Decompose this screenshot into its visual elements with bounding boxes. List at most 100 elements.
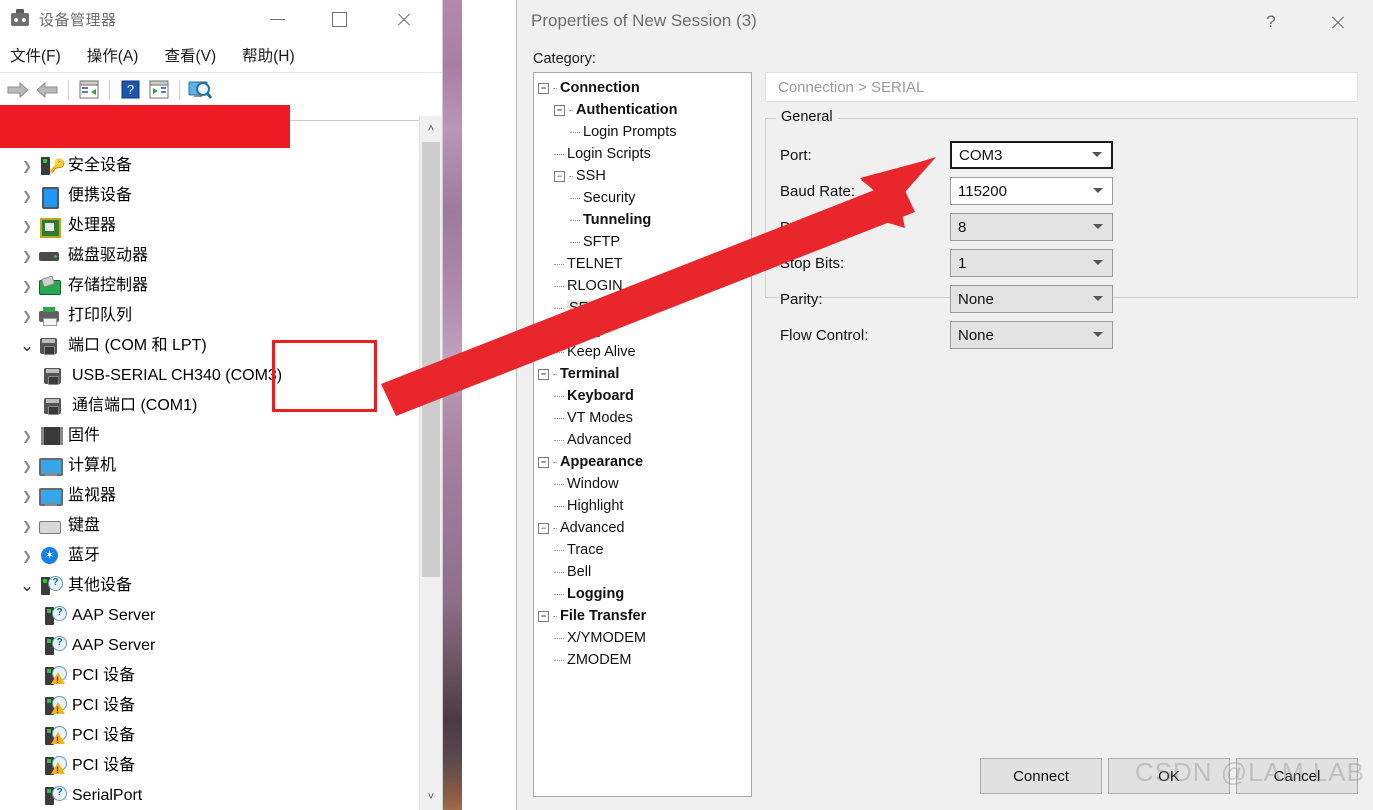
category-tree-item[interactable]: − File Transfer (534, 605, 751, 627)
chevron-right-icon[interactable]: ❯ (16, 549, 38, 563)
collapse-toggle-icon[interactable]: − (538, 522, 549, 534)
chevron-right-icon[interactable]: ❯ (16, 489, 38, 503)
chevron-right-icon[interactable]: ❯ (16, 429, 38, 443)
category-tree-item[interactable]: Logging (534, 583, 751, 605)
device-tree-row[interactable]: ❯ 固件 (0, 421, 442, 451)
device-tree-row[interactable]: ❯ 便携设备 (0, 181, 442, 211)
scroll-down-arrow[interactable]: ˅ (420, 784, 442, 810)
category-tree-item[interactable]: Security (534, 187, 751, 209)
collapse-toggle-icon[interactable]: − (538, 82, 549, 94)
close-button[interactable] (380, 0, 426, 38)
maximize-button[interactable] (316, 0, 362, 38)
category-tree-item[interactable]: TELNET (534, 253, 751, 275)
category-tree-item[interactable]: VT Modes (534, 407, 751, 429)
ok-button[interactable]: OK (1108, 758, 1230, 794)
properties-icon[interactable] (76, 78, 102, 102)
chevron-right-icon[interactable]: ❯ (16, 249, 38, 263)
device-tree-row[interactable]: ⌄? 其他设备 (0, 571, 442, 601)
menu-item-help[interactable]: 帮助(H) (242, 44, 295, 66)
chevron-down-icon[interactable] (1093, 188, 1103, 193)
device-tree-row[interactable]: ? AAP Server (0, 601, 442, 631)
forward-arrow-icon[interactable] (35, 78, 61, 102)
collapse-toggle-icon[interactable]: − (538, 456, 549, 468)
chevron-right-icon[interactable]: ❯ (16, 309, 38, 323)
chevron-down-icon[interactable] (1093, 260, 1103, 265)
category-tree-item[interactable]: − Terminal (534, 363, 751, 385)
scrollbar-thumb[interactable] (422, 142, 440, 577)
category-tree-item[interactable]: Keep Alive (534, 341, 751, 363)
help-button[interactable]: ? (1254, 6, 1288, 38)
category-tree-item[interactable]: − SSH (534, 165, 751, 187)
collapse-toggle-icon[interactable]: − (554, 170, 565, 182)
category-tree-item[interactable]: Trace (534, 539, 751, 561)
category-tree-item[interactable]: Advanced (534, 429, 751, 451)
chevron-down-icon[interactable] (1092, 152, 1102, 157)
menu-item-file[interactable]: 文件(F) (10, 44, 61, 66)
chevron-down-icon[interactable]: ⌄ (16, 577, 38, 594)
chevron-right-icon[interactable]: ❯ (16, 279, 38, 293)
device-tree-row[interactable]: ? AAP Server (0, 631, 442, 661)
back-arrow-icon[interactable] (6, 78, 32, 102)
field-combobox[interactable]: None (950, 321, 1113, 349)
category-tree-item[interactable]: Login Prompts (534, 121, 751, 143)
category-tree-item[interactable]: Window (534, 473, 751, 495)
device-tree-row[interactable]: PCI 设备 (0, 661, 442, 691)
category-tree-item[interactable]: Highlight (534, 495, 751, 517)
scroll-up-arrow[interactable]: ˄ (420, 116, 442, 142)
chevron-down-icon[interactable] (1093, 296, 1103, 301)
field-combobox[interactable]: 115200 (950, 177, 1113, 205)
category-tree-item[interactable]: − Connection (534, 77, 751, 99)
category-tree-item[interactable]: SFTP (534, 231, 751, 253)
device-tree-rows[interactable]: ❯IDE ATA/ATAPI 控制器❯🔑安全设备❯便携设备❯处理器❯磁盘驱动器❯… (0, 121, 442, 810)
collapse-toggle-icon[interactable]: − (554, 104, 565, 116)
field-combobox[interactable]: 8 (950, 213, 1113, 241)
device-tree-row[interactable]: PCI 设备 (0, 751, 442, 781)
category-tree-item[interactable]: Login Scripts (534, 143, 751, 165)
category-tree-item[interactable]: RLOGIN (534, 275, 751, 297)
device-tree-scrollbar[interactable]: ˄ ˅ (419, 116, 442, 810)
dialog-close-button[interactable] (1320, 6, 1354, 38)
minimize-button[interactable] (254, 0, 300, 38)
category-tree-item[interactable]: X/YMODEM (534, 627, 751, 649)
chevron-right-icon[interactable]: ❯ (16, 159, 38, 173)
device-tree-row[interactable]: ? SerialPort (0, 781, 442, 810)
device-tree-row[interactable]: ❯ 键盘 (0, 511, 442, 541)
device-tree-row[interactable]: ❯ ✶ 蓝牙 (0, 541, 442, 571)
device-tree-row[interactable]: ❯ 🔑 安全设备 (0, 151, 442, 181)
scan-hardware-icon[interactable] (187, 78, 213, 102)
chevron-down-icon[interactable] (1093, 224, 1103, 229)
category-tree-item[interactable]: SERIAL (534, 297, 751, 319)
help-icon[interactable]: ? (117, 78, 143, 102)
category-tree-item[interactable]: Tunneling (534, 209, 751, 231)
category-tree-item[interactable]: − Authentication (534, 99, 751, 121)
chevron-right-icon[interactable]: ❯ (16, 519, 38, 533)
category-tree-item[interactable]: − Advanced (534, 517, 751, 539)
connect-button[interactable]: Connect (980, 758, 1102, 794)
device-tree-row[interactable]: ❯ 处理器 (0, 211, 442, 241)
menu-item-view[interactable]: 查看(V) (164, 44, 216, 66)
device-tree-row[interactable]: ❯ 打印队列 (0, 301, 442, 331)
chevron-right-icon[interactable]: ❯ (16, 189, 38, 203)
category-tree-item[interactable]: − Appearance (534, 451, 751, 473)
field-combobox[interactable]: 1 (950, 249, 1113, 277)
cancel-button[interactable]: Cancel (1236, 758, 1358, 794)
device-tree-row[interactable]: ❯ 存储控制器 (0, 271, 442, 301)
collapse-toggle-icon[interactable]: − (538, 610, 549, 622)
chevron-right-icon[interactable]: ❯ (16, 459, 38, 473)
category-tree-item[interactable]: Keyboard (534, 385, 751, 407)
field-combobox[interactable]: None (950, 285, 1113, 313)
device-tree-row[interactable]: ❯ 监视器 (0, 481, 442, 511)
device-tree-row[interactable]: ❯ 计算机 (0, 451, 442, 481)
update-driver-icon[interactable] (146, 78, 172, 102)
field-combobox[interactable]: COM3 (950, 141, 1113, 169)
collapse-toggle-icon[interactable]: − (538, 368, 549, 380)
device-tree[interactable]: ❯IDE ATA/ATAPI 控制器❯🔑安全设备❯便携设备❯处理器❯磁盘驱动器❯… (0, 108, 442, 810)
device-tree-row[interactable]: PCI 设备 (0, 691, 442, 721)
device-tree-row[interactable]: PCI 设备 (0, 721, 442, 751)
chevron-down-icon[interactable]: ⌄ (16, 337, 38, 354)
category-tree-item[interactable]: ZMODEM (534, 649, 751, 671)
chevron-down-icon[interactable] (1093, 332, 1103, 337)
category-tree-item[interactable]: Proxy (534, 319, 751, 341)
chevron-right-icon[interactable]: ❯ (16, 219, 38, 233)
category-tree[interactable]: − Connection − Authentication Login Prompts L… (533, 72, 752, 797)
